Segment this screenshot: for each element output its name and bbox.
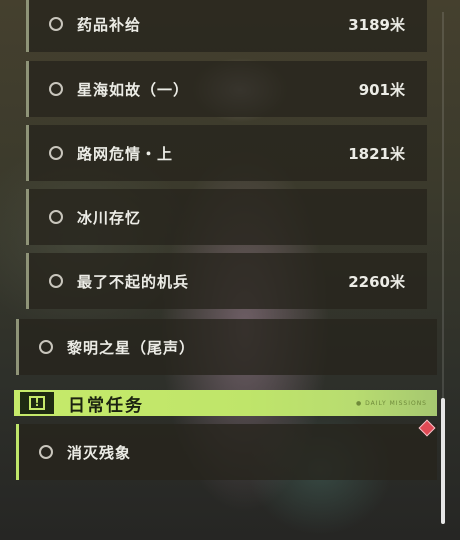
quest-title: 消灭残象 [67, 443, 132, 462]
quest-status-icon [49, 17, 63, 31]
quest-item[interactable]: 星海如故（一） 901米 [26, 61, 427, 117]
quest-title: 冰川存忆 [77, 208, 142, 227]
section-title: 日常任务 [68, 395, 144, 416]
section-tag: ● DAILY MISSIONS [355, 399, 427, 407]
quest-distance: 901米 [358, 80, 405, 99]
quest-status-icon [49, 82, 63, 96]
quest-title: 黎明之星（尾声） [67, 338, 196, 357]
scrollbar-thumb[interactable] [441, 398, 445, 524]
quest-title: 药品补给 [77, 15, 142, 34]
quest-item[interactable]: 路网危情・上 1821米 [26, 125, 427, 181]
quest-status-icon [49, 146, 63, 160]
quest-status-icon [39, 445, 53, 459]
daily-quest-item[interactable]: 消灭残象 [16, 424, 437, 480]
quest-item[interactable]: 黎明之星（尾声） [16, 319, 437, 375]
quest-title: 路网危情・上 [77, 144, 174, 163]
quest-title: 星海如故（一） [77, 80, 190, 99]
quest-item[interactable]: 最了不起的机兵 2260米 [26, 253, 427, 309]
exclamation-icon: ! [20, 392, 54, 414]
quest-distance: 2260米 [348, 272, 405, 291]
quest-distance: 1821米 [348, 144, 405, 163]
quest-title: 最了不起的机兵 [77, 272, 190, 291]
quest-status-icon [49, 274, 63, 288]
daily-missions-header[interactable]: ! 日常任务 ● DAILY MISSIONS [14, 390, 437, 416]
quest-status-icon [49, 210, 63, 224]
quest-status-icon [39, 340, 53, 354]
quest-item[interactable]: 药品补给 3189米 [26, 0, 427, 52]
quest-item[interactable]: 冰川存忆 [26, 189, 427, 245]
quest-distance: 3189米 [348, 15, 405, 34]
